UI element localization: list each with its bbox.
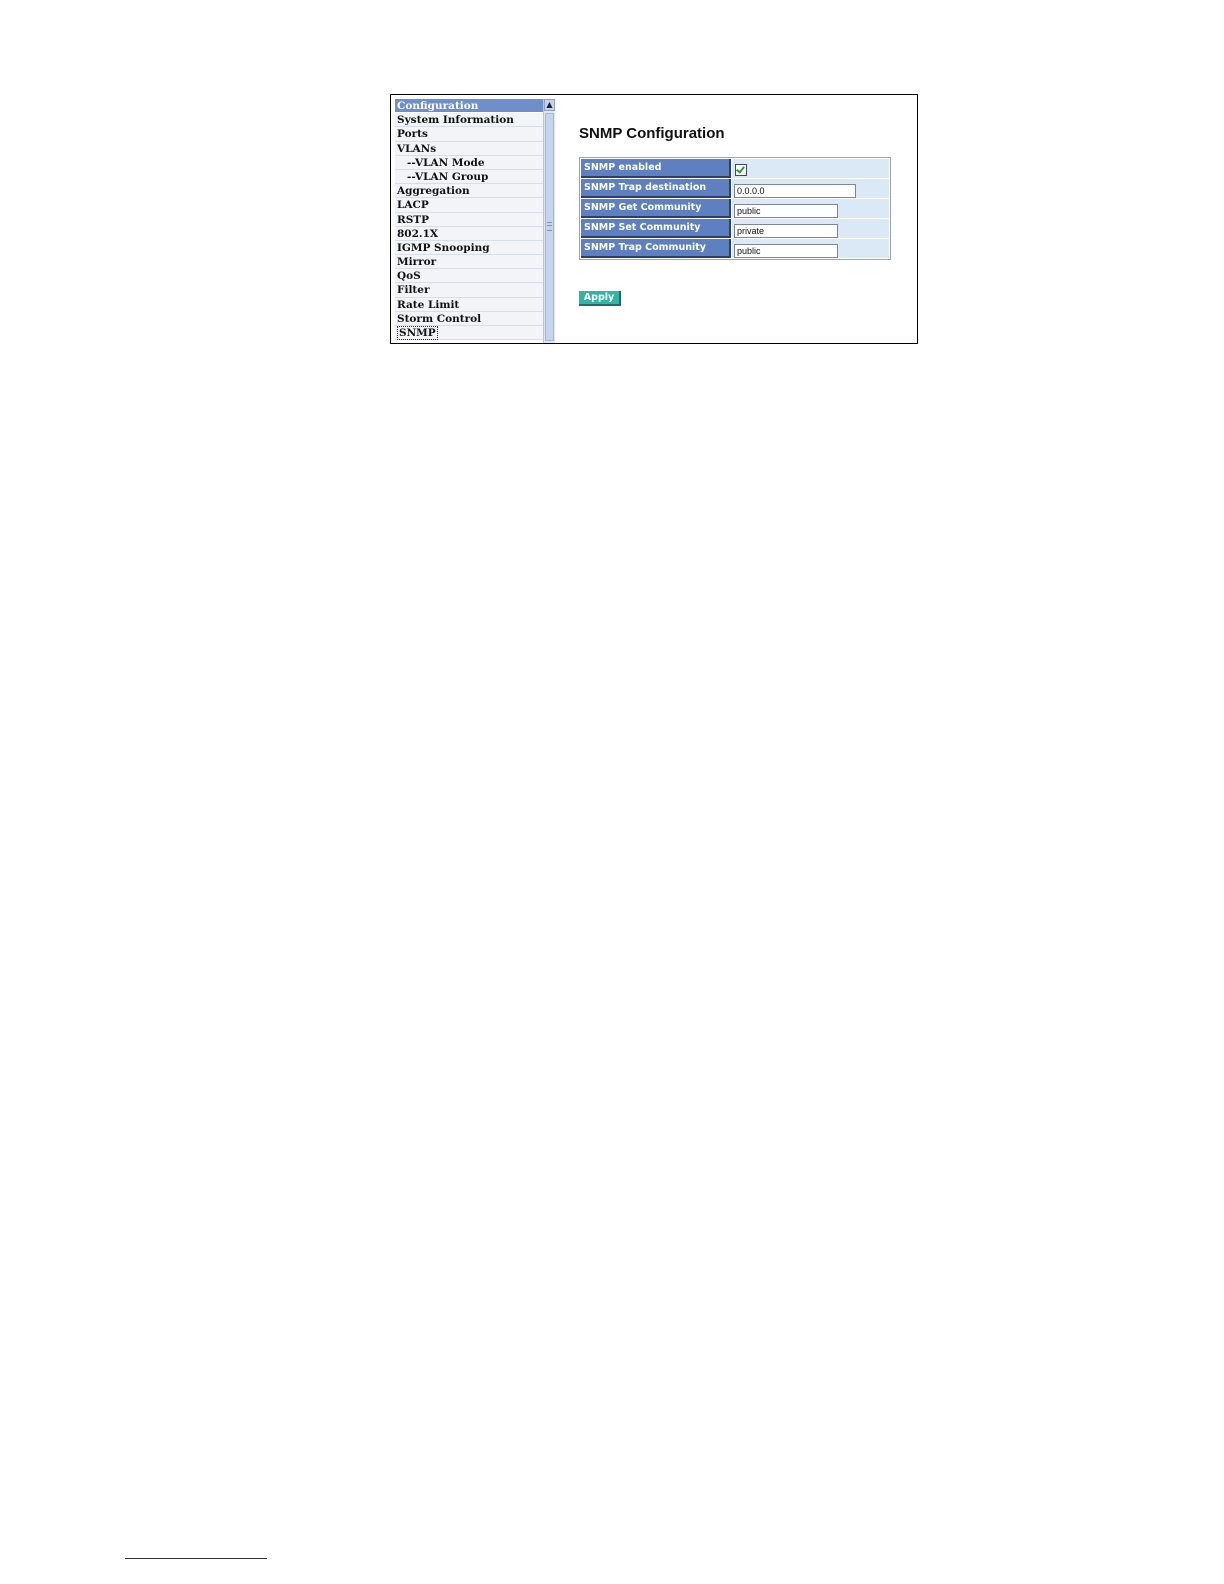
- snmp-enabled-checkbox[interactable]: [735, 164, 747, 176]
- sidebar-item-aggregation[interactable]: Aggregation: [395, 184, 543, 199]
- grip-icon: [547, 222, 552, 231]
- trap-destination-input[interactable]: [734, 184, 856, 198]
- sidebar-item-storm-control[interactable]: Storm Control: [395, 311, 543, 326]
- scrollbar-thumb[interactable]: [545, 113, 554, 341]
- sidebar-item-vlan-mode[interactable]: --VLAN Mode: [395, 155, 543, 170]
- screenshot-frame: Configuration System Information Ports V…: [390, 94, 918, 344]
- row-snmp-enabled: SNMP enabled: [581, 159, 889, 178]
- label-trap-community: SNMP Trap Community: [581, 239, 731, 258]
- sidebar-item-8021x[interactable]: 802.1X: [395, 226, 543, 241]
- row-trap-destination: SNMP Trap destination: [581, 179, 889, 198]
- label-get-community: SNMP Get Community: [581, 199, 731, 218]
- sidebar-item-snmp[interactable]: SNMP: [395, 326, 543, 341]
- page-title: SNMP Configuration: [579, 125, 725, 142]
- sidebar-item-igmp-snooping[interactable]: IGMP Snooping: [395, 240, 543, 256]
- sidebar: Configuration System Information Ports V…: [395, 99, 543, 343]
- sidebar-item-ports[interactable]: Ports: [395, 127, 543, 142]
- value-get-community: [732, 199, 889, 218]
- sidebar-item-qos[interactable]: QoS: [395, 269, 543, 284]
- sidebar-item-filter[interactable]: Filter: [395, 283, 543, 298]
- sidebar-item-rate-limit[interactable]: Rate Limit: [395, 297, 543, 312]
- trap-community-input[interactable]: [734, 244, 838, 258]
- row-set-community: SNMP Set Community: [581, 219, 889, 238]
- sidebar-menu: Configuration System Information Ports V…: [395, 99, 543, 341]
- sidebar-item-rstp[interactable]: RSTP: [395, 212, 543, 227]
- label-set-community: SNMP Set Community: [581, 219, 731, 238]
- label-trap-destination: SNMP Trap destination: [581, 179, 731, 198]
- value-trap-destination: [732, 179, 889, 198]
- main-content: SNMP Configuration SNMP enabled SNMP Tra…: [579, 95, 917, 343]
- apply-button[interactable]: Apply: [579, 291, 621, 306]
- sidebar-item-system-information[interactable]: System Information: [395, 113, 543, 128]
- value-set-community: [732, 219, 889, 238]
- sidebar-item-snmp-label: SNMP: [397, 326, 438, 340]
- value-trap-community: [732, 239, 889, 258]
- row-trap-community: SNMP Trap Community: [581, 239, 889, 258]
- get-community-input[interactable]: [734, 204, 838, 218]
- snmp-config-table: SNMP enabled SNMP Trap destination SNMP …: [579, 157, 891, 260]
- label-snmp-enabled: SNMP enabled: [581, 159, 731, 178]
- sidebar-scrollbar[interactable]: ▲: [543, 99, 555, 343]
- set-community-input[interactable]: [734, 224, 838, 238]
- value-snmp-enabled: [732, 159, 889, 178]
- chevron-up-icon[interactable]: ▲: [544, 99, 555, 111]
- sidebar-item-mirror[interactable]: Mirror: [395, 255, 543, 270]
- sidebar-item-vlan-group[interactable]: --VLAN Group: [395, 169, 543, 185]
- footnote-divider: [125, 1558, 267, 1559]
- row-get-community: SNMP Get Community: [581, 199, 889, 218]
- sidebar-header-configuration[interactable]: Configuration: [395, 99, 543, 114]
- sidebar-item-lacp[interactable]: LACP: [395, 198, 543, 213]
- sidebar-item-vlans[interactable]: VLANs: [395, 141, 543, 156]
